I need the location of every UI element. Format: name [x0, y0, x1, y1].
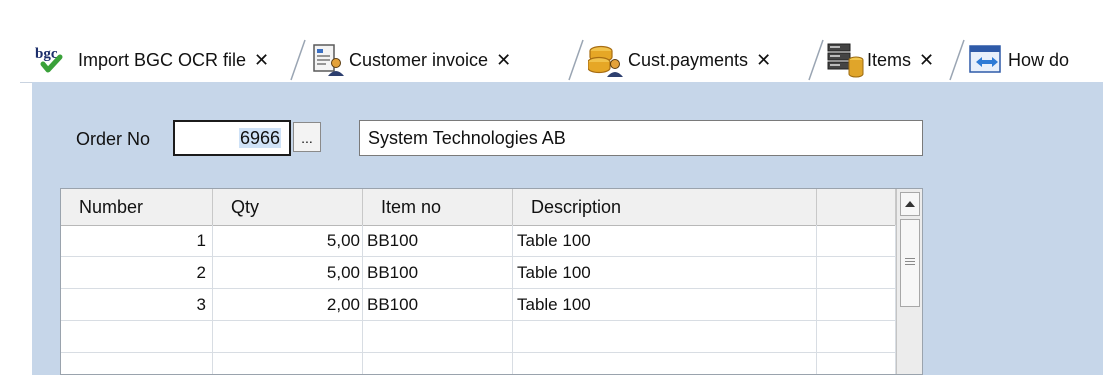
cell-number[interactable]: 1 — [61, 225, 213, 256]
tab-label: Items — [867, 49, 912, 70]
order-no-label: Order No — [76, 129, 151, 149]
grid-header: Number Qty Item no Description — [61, 189, 896, 226]
cell-number[interactable] — [61, 321, 213, 352]
grip-line — [905, 258, 915, 259]
cell-item-no[interactable] — [363, 321, 513, 352]
grid-vertical-scrollbar[interactable] — [896, 189, 922, 374]
table-row[interactable]: 2 5,00 BB100 Table 100 — [61, 257, 896, 289]
cell-extra[interactable] — [817, 289, 896, 320]
tab-customer-invoice[interactable]: Customer invoice ✕ — [311, 38, 511, 82]
cell-qty[interactable]: 2,00 — [213, 289, 363, 320]
cell-item-no[interactable] — [363, 353, 513, 374]
tab-label: How do — [1008, 49, 1070, 70]
grip-line — [905, 261, 915, 262]
column-header-extra — [817, 189, 896, 225]
help-window-icon — [968, 43, 1004, 77]
order-no-input[interactable]: 6966 — [173, 120, 291, 156]
cell-description[interactable]: Table 100 — [513, 257, 817, 288]
cell-qty[interactable] — [213, 321, 363, 352]
order-browse-button[interactable]: ... — [293, 122, 321, 152]
cell-item-no[interactable]: BB100 — [363, 289, 513, 320]
bgc-import-icon: bgc — [34, 45, 72, 75]
cell-number[interactable]: 3 — [61, 289, 213, 320]
cell-description[interactable]: Table 100 — [513, 289, 817, 320]
cell-description[interactable]: Table 100 — [513, 225, 817, 256]
table-row[interactable] — [61, 321, 896, 353]
tab-separator — [290, 39, 306, 81]
cell-number[interactable]: 2 — [61, 257, 213, 288]
column-header-item-no[interactable]: Item no — [363, 189, 513, 225]
tab-separator — [949, 39, 965, 81]
column-header-description[interactable]: Description — [513, 189, 817, 225]
tab-strip: bgc Import BGC OCR file ✕ Customer invoi… — [20, 12, 1103, 83]
scroll-up-button[interactable] — [900, 192, 920, 216]
tab-separator — [808, 39, 824, 81]
close-icon[interactable]: ✕ — [919, 50, 934, 71]
cell-qty[interactable] — [213, 353, 363, 374]
column-header-number[interactable]: Number — [61, 189, 213, 225]
tab-import-bgc[interactable]: bgc Import BGC OCR file ✕ — [34, 38, 269, 82]
tab-label: Cust.payments — [628, 49, 749, 70]
cell-number[interactable] — [61, 353, 213, 374]
close-icon[interactable]: ✕ — [496, 50, 511, 71]
tab-label: Import BGC OCR file — [78, 49, 247, 70]
scroll-thumb[interactable] — [900, 219, 920, 307]
invoice-document-icon — [311, 43, 345, 77]
cell-extra[interactable] — [817, 257, 896, 288]
invoice-form-panel: Order No 6966 ... System Technologies AB… — [32, 82, 1103, 375]
arrow-up-icon — [905, 201, 915, 207]
close-icon[interactable]: ✕ — [254, 50, 269, 71]
cell-extra[interactable] — [817, 225, 896, 256]
grip-line — [905, 264, 915, 265]
cell-description[interactable] — [513, 353, 817, 374]
cell-description[interactable] — [513, 321, 817, 352]
cell-item-no[interactable]: BB100 — [363, 257, 513, 288]
customer-name-field[interactable]: System Technologies AB — [359, 120, 923, 156]
tab-separator — [568, 39, 584, 81]
table-row[interactable]: 3 2,00 BB100 Table 100 — [61, 289, 896, 321]
order-no-value: 6966 — [238, 128, 281, 148]
cell-qty[interactable]: 5,00 — [213, 257, 363, 288]
order-lines-grid: Number Qty Item no Description 1 5,00 BB… — [60, 188, 923, 375]
coins-payment-icon — [587, 42, 624, 78]
column-header-qty[interactable]: Qty — [213, 189, 363, 225]
close-icon[interactable]: ✕ — [756, 50, 771, 71]
cell-extra[interactable] — [817, 353, 896, 374]
tab-cust-payments[interactable]: Cust.payments ✕ — [587, 38, 771, 82]
table-row[interactable]: 1 5,00 BB100 Table 100 — [61, 225, 896, 257]
cell-extra[interactable] — [817, 321, 896, 352]
table-row[interactable] — [61, 353, 896, 374]
tab-label: Customer invoice — [349, 49, 489, 70]
app-window: bgc Import BGC OCR file ✕ Customer invoi… — [20, 12, 1103, 380]
cell-qty[interactable]: 5,00 — [213, 225, 363, 256]
tab-how-do[interactable]: How do — [968, 38, 1069, 82]
cell-item-no[interactable]: BB100 — [363, 225, 513, 256]
items-database-icon — [827, 42, 865, 78]
tab-items[interactable]: Items ✕ — [827, 38, 934, 82]
